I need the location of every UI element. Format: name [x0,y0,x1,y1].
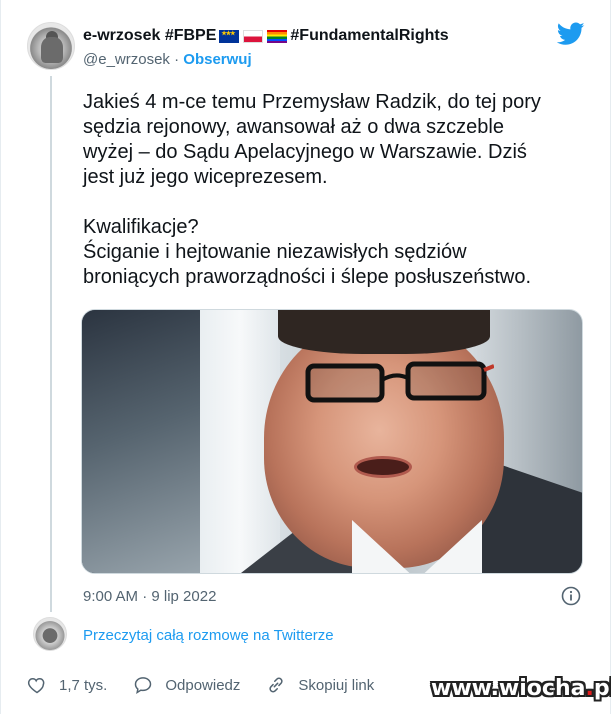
reply-button[interactable]: Odpowiedz [133,675,240,695]
like-button[interactable]: 1,7 tys. [27,675,107,695]
copy-link-button[interactable]: Skopiuj link [266,675,374,695]
tweet-paragraph-2: Kwalifikacje? Ściganie i hejtowanie niez… [83,216,532,288]
tweet-card: e-wrzosek #FBPE #FundamentalRights @e_wr… [0,0,611,714]
watermark-tld: pl [593,676,611,701]
read-conversation-link[interactable]: Przeczytaj całą rozmowę na Twitterze [83,627,334,644]
info-icon[interactable] [561,586,581,606]
author-display-name[interactable]: e-wrzosek #FBPE [83,27,216,45]
watermark-main: www.wiocha [431,676,586,701]
photo-face-shape [264,318,504,568]
tweet-paragraph-1: Jakieś 4 m-ce temu Przemysław Radzik, do… [83,91,541,188]
handle-separator: · [174,51,180,68]
copy-link-label: Skopiuj link [298,676,375,694]
follow-button[interactable]: Obserwuj [183,51,251,68]
author-handle-row: @e_wrzosek · Obserwuj [83,51,252,68]
photo-hair-shape [278,310,490,354]
poland-flag-icon [243,29,264,43]
photo-mouth-shape [354,456,412,478]
photo-background-shape [82,310,212,573]
avatar-body-shape [41,37,63,63]
photo-glasses-shape [305,361,494,403]
reply-label: Odpowiedz [165,676,241,694]
author-display-name-suffix[interactable]: #FundamentalRights [290,27,448,45]
reply-icon [135,677,152,695]
thread-line [50,76,52,612]
author-handle[interactable]: @e_wrzosek [83,51,170,68]
eu-flag-icon [219,29,240,43]
watermark-logo: www.wiocha.pl [431,676,611,701]
tweet-photo[interactable] [81,309,583,574]
heart-icon [27,677,45,694]
like-count: 1,7 tys. [59,676,108,694]
tweet-text: Jakieś 4 m-ce temu Przemysław Radzik, do… [83,90,583,290]
watermark-dot: . [585,676,594,701]
twitter-bird-icon[interactable] [557,22,585,46]
tweet-timestamp[interactable]: 9:00 AM · 9 lip 2022 [83,588,216,605]
link-icon [269,677,283,693]
tweet-actions: 1,7 tys. Odpowiedz Skopiuj link [27,675,400,695]
author-name-row[interactable]: e-wrzosek #FBPE #FundamentalRights [83,27,449,45]
author-avatar[interactable] [27,22,75,70]
reply-author-avatar[interactable] [33,617,67,651]
rainbow-flag-icon [267,29,288,43]
